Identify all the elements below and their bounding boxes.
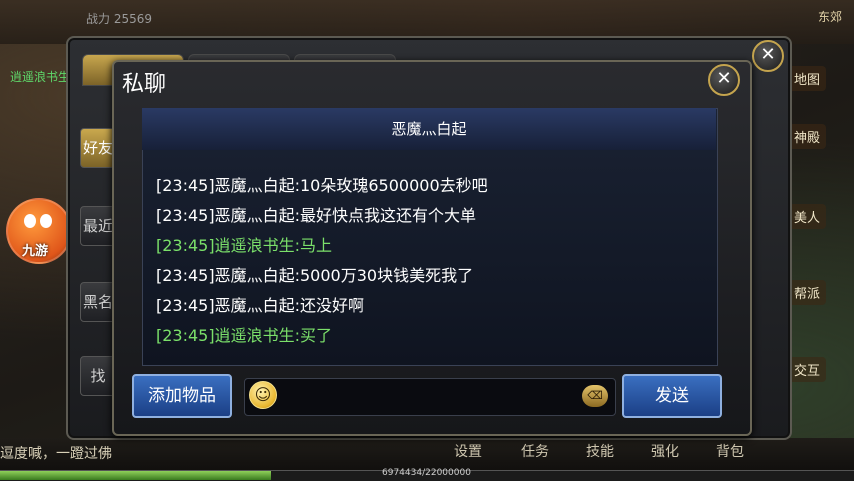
emoji-icon[interactable]: ☺ <box>249 381 277 409</box>
message-time: [23:45] <box>156 206 215 225</box>
message-text: 10朵玫瑰6500000去秒吧 <box>300 176 488 195</box>
message-sender: 逍遥浪书生 <box>214 236 295 255</box>
message-text: 马上 <box>300 236 333 255</box>
side-button-map[interactable]: 地图 <box>788 66 827 91</box>
chat-message: [23:45]恶魔灬白起:5000万30块钱美死我了 <box>156 262 473 286</box>
add-item-button[interactable]: 添加物品 <box>132 374 232 418</box>
dialog-close-button[interactable]: ✕ <box>708 64 740 96</box>
message-time: [23:45] <box>156 176 215 195</box>
side-tab-blacklist[interactable]: 黑名 <box>80 282 116 322</box>
logo-eye-icon <box>24 214 36 228</box>
message-time: [23:45] <box>156 326 215 345</box>
chat-target-name: 恶魔灬白起 <box>142 108 716 150</box>
close-icon: ✕ <box>760 44 776 65</box>
side-button-temple[interactable]: 神殿 <box>788 124 827 149</box>
close-icon: ✕ <box>716 68 732 89</box>
exp-text: 6974434/22000000 <box>382 468 471 478</box>
jiuyou-logo[interactable]: 九游 <box>6 198 72 264</box>
message-sender: 恶魔灬白起 <box>214 176 295 195</box>
menu-enhance[interactable]: 强化 <box>651 441 679 461</box>
message-time: [23:45] <box>156 236 215 255</box>
zone-label: 东郊 <box>818 10 843 24</box>
logo-text: 九游 <box>22 244 49 259</box>
message-sender: 恶魔灬白起 <box>214 206 295 225</box>
side-button-beauty[interactable]: 美人 <box>788 204 827 229</box>
message-sender: 恶魔灬白起 <box>214 266 295 285</box>
dialog-title: 私聊 <box>122 72 167 97</box>
message-text: 最好快点我这还有个大单 <box>300 206 477 225</box>
exp-bar-fill <box>0 471 271 480</box>
message-sender: 逍遥浪书生 <box>214 326 295 345</box>
logo-eye-icon <box>40 214 52 228</box>
message-time: [23:45] <box>156 266 215 285</box>
clear-input-icon[interactable]: ⌫ <box>582 385 608 407</box>
world-chat-preview[interactable]: 逗度喊，一蹬过佛 <box>0 443 112 463</box>
player-name: 逍遥浪书生 <box>10 70 71 84</box>
side-button-guild[interactable]: 帮派 <box>788 280 827 305</box>
chat-message: [23:45]逍遥浪书生:买了 <box>156 322 332 346</box>
chat-message: [23:45]恶魔灬白起:还没好啊 <box>156 292 364 316</box>
message-text: 还没好啊 <box>300 296 365 315</box>
chat-message: [23:45]逍遥浪书生:马上 <box>156 232 332 256</box>
side-button-interact[interactable]: 交互 <box>788 357 827 382</box>
menu-settings[interactable]: 设置 <box>454 441 482 461</box>
chat-message: [23:45]恶魔灬白起:10朵玫瑰6500000去秒吧 <box>156 172 488 196</box>
outer-close-button[interactable]: ✕ <box>752 40 784 72</box>
side-tab-find[interactable]: 找 <box>80 356 116 396</box>
power-label: 战力 25569 <box>86 12 152 26</box>
chat-input[interactable] <box>244 378 616 416</box>
chat-message: [23:45]恶魔灬白起:最好快点我这还有个大单 <box>156 202 476 226</box>
menu-bag[interactable]: 背包 <box>716 441 744 461</box>
message-text: 5000万30块钱美死我了 <box>300 266 474 285</box>
side-tab-recent[interactable]: 最近 <box>80 206 116 246</box>
send-button[interactable]: 发送 <box>622 374 722 418</box>
message-sender: 恶魔灬白起 <box>214 296 295 315</box>
side-tab-friends[interactable]: 好友 <box>80 128 116 168</box>
menu-skills[interactable]: 技能 <box>586 441 614 461</box>
message-text: 买了 <box>300 326 333 345</box>
menu-tasks[interactable]: 任务 <box>521 441 549 461</box>
message-time: [23:45] <box>156 296 215 315</box>
